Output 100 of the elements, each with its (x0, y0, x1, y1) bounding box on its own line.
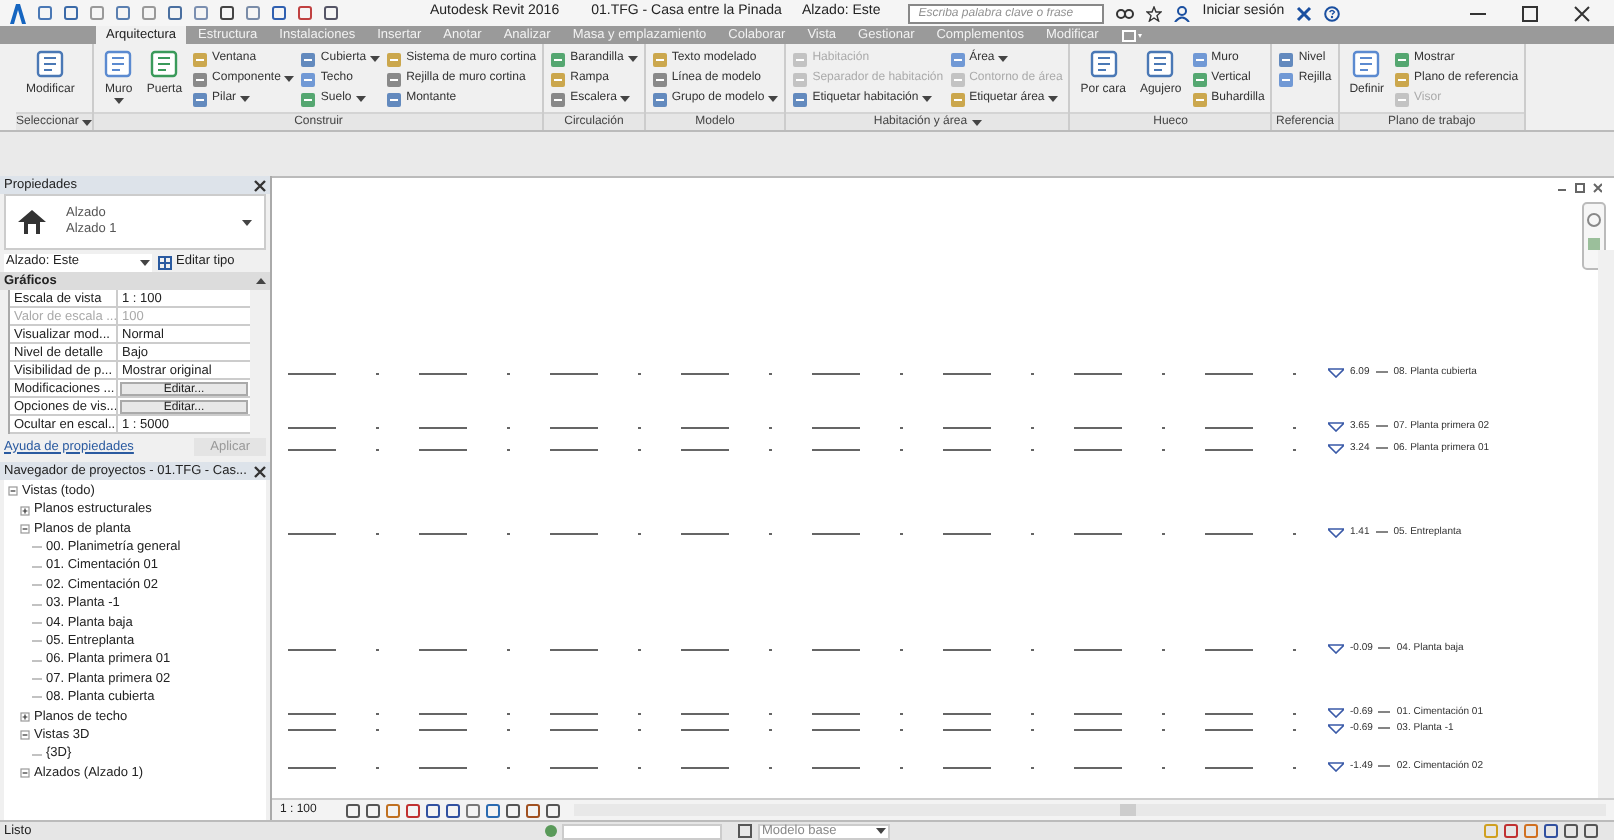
level-head-icon[interactable] (1328, 527, 1344, 537)
panel-toggle-icon[interactable] (1122, 30, 1143, 42)
tool-square-icon (1394, 71, 1411, 87)
tool-square-icon (192, 71, 209, 87)
tree-line-icon (32, 692, 42, 703)
close-icon[interactable] (254, 465, 266, 477)
tool-square-icon (104, 50, 133, 78)
collapse-icon[interactable] (20, 768, 30, 779)
tool-square-icon (192, 51, 209, 67)
scroll-bar[interactable] (574, 804, 1606, 816)
caret-icon (1048, 96, 1059, 102)
caret-icon (113, 98, 124, 104)
tool-square-icon (1191, 71, 1208, 87)
binoculars-icon[interactable] (1116, 6, 1135, 20)
tree-line-icon (32, 599, 42, 610)
close-icon[interactable] (254, 179, 266, 191)
tool-square-icon (300, 51, 317, 67)
leader-line (1378, 646, 1391, 650)
caret-icon (620, 96, 631, 102)
tool-square-icon (1352, 50, 1381, 78)
tool-square-icon (1191, 51, 1208, 67)
user-icon[interactable] (1174, 5, 1191, 21)
tree-line-icon (32, 655, 42, 666)
tool-square-icon (949, 91, 966, 107)
tool-square-icon (792, 51, 809, 67)
caret-icon (922, 96, 933, 102)
close-icon[interactable] (1574, 5, 1590, 21)
caret-icon (876, 828, 886, 834)
caret-icon[interactable] (971, 119, 982, 125)
grid-icon (158, 255, 172, 269)
caret-icon[interactable] (82, 119, 93, 125)
scroll-bar[interactable] (1598, 250, 1614, 798)
workset-icon[interactable] (544, 824, 558, 838)
app-logo-icon[interactable] (8, 3, 26, 23)
tool-square-icon (1191, 91, 1208, 107)
tool-square-icon (651, 71, 668, 87)
tool-square-icon (792, 91, 809, 107)
tool-square-icon (949, 51, 966, 67)
toolbar-square-icon[interactable] (272, 6, 286, 20)
level-head-icon[interactable] (1328, 761, 1344, 771)
tool-square-icon (300, 71, 317, 87)
toolbar-square-icon[interactable] (298, 6, 312, 20)
tool-square-icon (550, 91, 567, 107)
caret-icon (240, 96, 251, 102)
tool-square-icon (300, 91, 317, 107)
leader-line (1378, 764, 1391, 768)
expand-icon[interactable] (20, 711, 30, 722)
tool-square-icon (550, 51, 567, 67)
level-head-icon[interactable] (1328, 367, 1344, 377)
exchange-icon[interactable] (1296, 5, 1313, 21)
tool-square-icon (192, 91, 209, 107)
level-head-icon[interactable] (1328, 643, 1344, 653)
toolbar-square-icon[interactable] (116, 6, 130, 20)
caret-icon (140, 259, 150, 265)
tool-square-icon (550, 71, 567, 87)
tool-square-icon (949, 71, 966, 87)
leader-line (1378, 710, 1391, 714)
tree-line-icon (32, 542, 42, 553)
design-options-icon[interactable] (738, 824, 752, 838)
tool-square-icon (1278, 51, 1295, 67)
collapse-icon[interactable] (20, 730, 30, 741)
toolbar-square-icon[interactable] (64, 6, 78, 20)
tool-square-icon (1394, 91, 1411, 107)
caret-icon (370, 56, 381, 62)
tree-line-icon (32, 617, 42, 628)
leader-line (1375, 530, 1388, 534)
toolbar-square-icon[interactable] (168, 6, 182, 20)
toolbar-square-icon[interactable] (38, 6, 52, 20)
leader-line (1375, 446, 1388, 450)
tree-line-icon (32, 561, 42, 572)
leader-line (1378, 726, 1391, 730)
tool-square-icon (651, 51, 668, 67)
caret-icon (627, 56, 638, 62)
caret-icon (355, 96, 366, 102)
caret-icon (284, 76, 295, 82)
house-icon (18, 210, 46, 234)
navigation-bar-icon[interactable] (1582, 202, 1606, 270)
view-window-controls-icon[interactable] (1558, 182, 1602, 194)
tool-square-icon (1146, 50, 1175, 78)
collapse-icon[interactable] (20, 523, 30, 534)
toolbar-square-icon[interactable] (220, 6, 234, 20)
toolbar-square-icon[interactable] (324, 6, 338, 20)
tool-square-icon (36, 50, 65, 78)
collapse-icon[interactable] (256, 278, 266, 284)
tool-square-icon (386, 91, 403, 107)
expand-icon[interactable] (20, 505, 30, 516)
tree-line-icon (32, 749, 42, 760)
maximize-icon[interactable] (1522, 5, 1538, 21)
tool-square-icon (1089, 50, 1118, 78)
caret-icon (768, 96, 779, 102)
tool-square-icon (651, 91, 668, 107)
tree-line-icon (32, 636, 42, 647)
leader-line (1375, 424, 1388, 428)
help-icon[interactable] (1324, 5, 1341, 21)
collapse-icon[interactable] (8, 486, 18, 497)
tree-line-icon (32, 674, 42, 685)
star-icon[interactable] (1146, 5, 1163, 21)
tool-square-icon (386, 51, 403, 67)
workset-field[interactable] (562, 823, 722, 839)
leader-line (1375, 370, 1388, 374)
